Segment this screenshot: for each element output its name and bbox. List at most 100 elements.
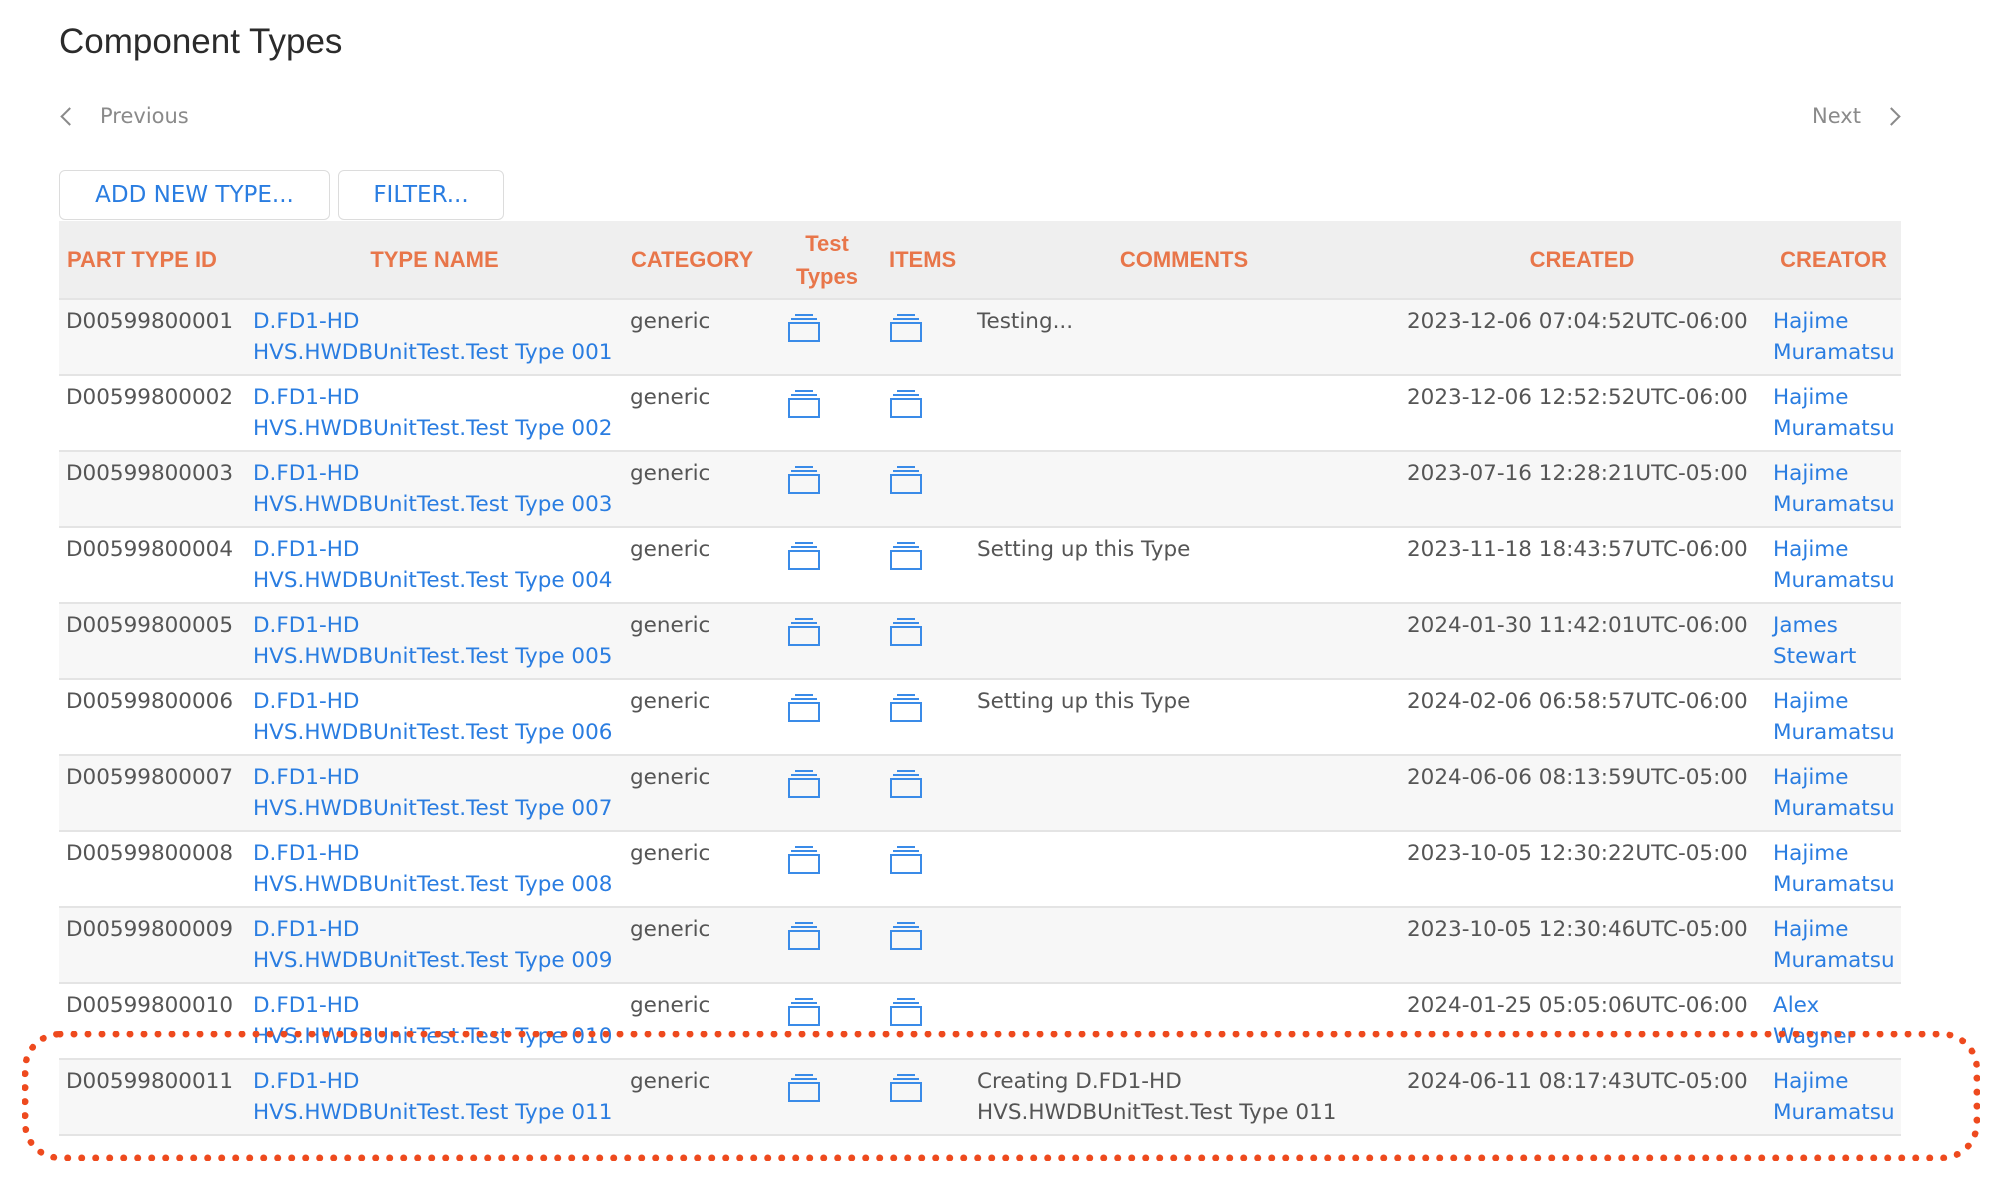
creator-cell: Hajime Muramatsu: [1766, 907, 1901, 984]
stack-icon[interactable]: [890, 770, 922, 798]
created: 2024-06-11 08:17:43UTC-05:00: [1398, 1059, 1766, 1136]
creator-link[interactable]: Hajime Muramatsu: [1773, 914, 1895, 976]
stack-icon[interactable]: [890, 618, 922, 646]
header-items[interactable]: ITEMS: [881, 221, 970, 300]
stack-icon[interactable]: [788, 390, 820, 418]
part-type-id-text: D00599800005: [66, 613, 234, 638]
creator-link[interactable]: Hajime Muramatsu: [1773, 1066, 1895, 1128]
comment-line1: Testing...: [977, 309, 1074, 334]
type-name-link[interactable]: D.FD1-HD HVS.HWDBUnitTest.Test Type 009: [253, 914, 616, 976]
type-name-line2: HVS.HWDBUnitTest.Test Type 005: [253, 644, 613, 669]
type-name-line2: HVS.HWDBUnitTest.Test Type 001: [253, 340, 613, 365]
next-page-link[interactable]: Next: [1812, 104, 1901, 128]
type-name-link[interactable]: D.FD1-HD HVS.HWDBUnitTest.Test Type 008: [253, 838, 616, 900]
creator-cell: Hajime Muramatsu: [1766, 679, 1901, 756]
stack-icon[interactable]: [788, 846, 820, 874]
created-text: 2024-06-06 08:13:59UTC-05:00: [1407, 765, 1748, 790]
items-cell: [881, 603, 970, 680]
creator-first: Hajime: [1773, 917, 1849, 942]
header-test-types[interactable]: Test Types: [773, 221, 881, 300]
stack-icon[interactable]: [788, 314, 820, 342]
type-name-line2: HVS.HWDBUnitTest.Test Type 007: [253, 796, 613, 821]
created: 2023-11-18 18:43:57UTC-06:00: [1398, 527, 1766, 604]
stack-icon[interactable]: [890, 922, 922, 950]
comments: [970, 375, 1398, 452]
creator-cell: Alex Wagner: [1766, 983, 1901, 1060]
creator-last: Wagner: [1773, 1024, 1856, 1049]
header-category[interactable]: CATEGORY: [623, 221, 773, 300]
type-name-cell: D.FD1-HD HVS.HWDBUnitTest.Test Type 005: [246, 603, 623, 680]
category: generic: [623, 527, 773, 604]
created-text: 2023-10-05 12:30:46UTC-05:00: [1407, 917, 1748, 942]
next-label: Next: [1812, 104, 1861, 128]
type-name-cell: D.FD1-HD HVS.HWDBUnitTest.Test Type 007: [246, 755, 623, 832]
stack-icon[interactable]: [890, 1074, 922, 1102]
creator-link[interactable]: Hajime Muramatsu: [1773, 838, 1895, 900]
part-type-id-text: D00599800002: [66, 385, 234, 410]
comments: Setting up this Type: [970, 679, 1398, 756]
stack-icon[interactable]: [890, 998, 922, 1026]
type-name-link[interactable]: D.FD1-HD HVS.HWDBUnitTest.Test Type 003: [253, 458, 616, 520]
creator-cell: Hajime Muramatsu: [1766, 527, 1901, 604]
comment-line1: Setting up this Type: [977, 689, 1191, 714]
header-type-name[interactable]: TYPE NAME: [246, 221, 623, 300]
header-creator[interactable]: CREATOR: [1766, 221, 1901, 300]
part-type-id: D00599800009: [59, 907, 246, 984]
stack-icon[interactable]: [788, 694, 820, 722]
items-cell: [881, 527, 970, 604]
items-cell: [881, 831, 970, 908]
comment-line1: Creating D.FD1-HD: [977, 1069, 1182, 1094]
header-comments[interactable]: COMMENTS: [970, 221, 1398, 300]
creator-link[interactable]: James Stewart: [1773, 610, 1894, 672]
type-name-link[interactable]: D.FD1-HD HVS.HWDBUnitTest.Test Type 002: [253, 382, 616, 444]
creator-link[interactable]: Hajime Muramatsu: [1773, 762, 1895, 824]
type-name-link[interactable]: D.FD1-HD HVS.HWDBUnitTest.Test Type 004: [253, 534, 616, 596]
stack-icon[interactable]: [890, 846, 922, 874]
creator-last: Muramatsu: [1773, 948, 1895, 973]
stack-icon[interactable]: [788, 618, 820, 646]
stack-icon[interactable]: [788, 1074, 820, 1102]
creator-link[interactable]: Hajime Muramatsu: [1773, 458, 1895, 520]
creator-first: Hajime: [1773, 1069, 1849, 1094]
category-text: generic: [630, 309, 711, 334]
filter-button[interactable]: FILTER...: [338, 170, 504, 220]
category: generic: [623, 755, 773, 832]
stack-icon[interactable]: [788, 922, 820, 950]
creator-link[interactable]: Hajime Muramatsu: [1773, 306, 1895, 368]
stack-icon[interactable]: [788, 770, 820, 798]
stack-icon[interactable]: [890, 694, 922, 722]
creator-link[interactable]: Hajime Muramatsu: [1773, 686, 1895, 748]
stack-icon[interactable]: [788, 542, 820, 570]
table-row: D00599800004 D.FD1-HD HVS.HWDBUnitTest.T…: [59, 527, 1901, 604]
type-name-link[interactable]: D.FD1-HD HVS.HWDBUnitTest.Test Type 010: [253, 990, 616, 1052]
header-part-type-id[interactable]: PART TYPE ID: [59, 221, 246, 300]
items-cell: [881, 299, 970, 376]
creator-last: Muramatsu: [1773, 340, 1895, 365]
type-name-link[interactable]: D.FD1-HD HVS.HWDBUnitTest.Test Type 007: [253, 762, 616, 824]
stack-icon[interactable]: [890, 466, 922, 494]
type-name-line2: HVS.HWDBUnitTest.Test Type 006: [253, 720, 613, 745]
creator-link[interactable]: Hajime Muramatsu: [1773, 382, 1895, 444]
header-created[interactable]: CREATED: [1398, 221, 1766, 300]
add-new-type-button[interactable]: ADD NEW TYPE...: [59, 170, 330, 220]
created-text: 2024-01-30 11:42:01UTC-06:00: [1407, 613, 1748, 638]
stack-icon[interactable]: [788, 466, 820, 494]
creator-link[interactable]: Hajime Muramatsu: [1773, 534, 1895, 596]
type-name-link[interactable]: D.FD1-HD HVS.HWDBUnitTest.Test Type 011: [253, 1066, 616, 1128]
header-test-types-line1: Test: [805, 230, 849, 256]
creator-link[interactable]: Alex Wagner: [1773, 990, 1894, 1052]
type-name-link[interactable]: D.FD1-HD HVS.HWDBUnitTest.Test Type 006: [253, 686, 616, 748]
test-types-cell: [773, 755, 881, 832]
category: generic: [623, 679, 773, 756]
stack-icon[interactable]: [788, 998, 820, 1026]
previous-page-link[interactable]: Previous: [57, 104, 189, 128]
type-name-line2: HVS.HWDBUnitTest.Test Type 002: [253, 416, 613, 441]
stack-icon[interactable]: [890, 542, 922, 570]
creator-first: Hajime: [1773, 461, 1849, 486]
stack-icon[interactable]: [890, 390, 922, 418]
type-name-link[interactable]: D.FD1-HD HVS.HWDBUnitTest.Test Type 001: [253, 306, 616, 368]
type-name-line2: HVS.HWDBUnitTest.Test Type 010: [253, 1024, 613, 1049]
category: generic: [623, 831, 773, 908]
type-name-link[interactable]: D.FD1-HD HVS.HWDBUnitTest.Test Type 005: [253, 610, 616, 672]
stack-icon[interactable]: [890, 314, 922, 342]
